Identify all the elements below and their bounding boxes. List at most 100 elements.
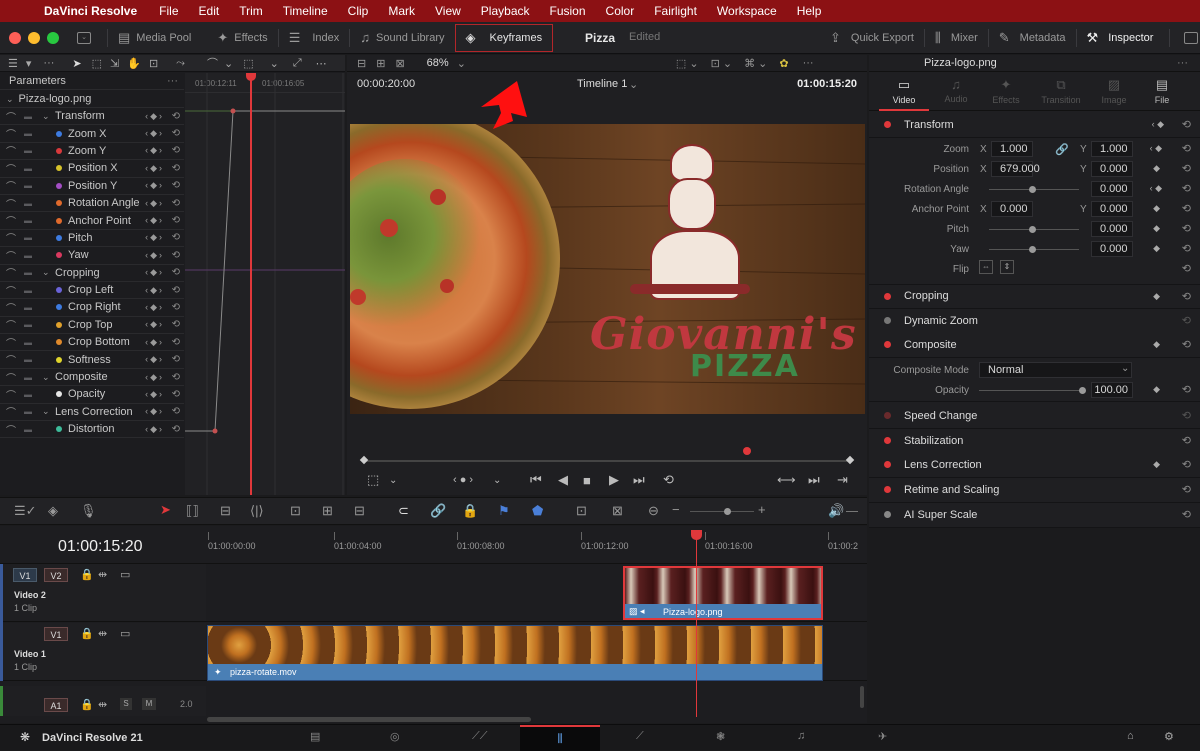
jog-left-icon[interactable]: ‹ ● › [453,474,473,486]
speed-change-reset-icon[interactable]: ⟲ [1182,409,1191,422]
app-menu[interactable]: DaVinci Resolve [44,4,137,18]
track-a1-sync-icon[interactable]: ⇹ [98,698,107,711]
track-v1-sync-icon[interactable]: ⇹ [98,627,107,640]
yaw-keyframe-icon[interactable]: ◆ [1153,243,1160,254]
param-lock-icon[interactable]: ▬ [24,268,32,277]
zoom-y-field[interactable]: 1.000 [1091,141,1133,157]
keyframe-nav-icon[interactable]: ‹◆› [145,145,164,156]
param-reset-icon[interactable]: ⟲ [172,319,180,330]
page-active-edit-icon[interactable]: ⫼ [520,725,600,751]
keyframe-nav-icon[interactable]: ‹◆› [145,319,164,330]
page-edit-icon[interactable]: ⟋⟋ [472,730,487,743]
position-reset-icon[interactable]: ⟲ [1182,162,1191,175]
reverse-play-button[interactable]: ◀ [558,472,568,488]
composite-keyframe-icon[interactable]: ◆ [1153,339,1160,350]
page-cut-icon[interactable]: ◎ [390,730,400,743]
sound-library-button[interactable]: ♫ Sound Library [350,22,454,54]
timeline-playhead-handle[interactable] [691,530,702,540]
keyframe-nav-icon[interactable]: ‹◆› [145,163,164,174]
timeline-ruler[interactable]: 01:00:00:00 01:00:04:00 01:00:08:00 01:00:1… [206,526,867,564]
pointer-tool-icon[interactable]: ➤ [72,57,81,70]
param-reset-icon[interactable]: ⟲ [172,145,180,156]
keyframe-graph[interactable]: 01:00:12:11 01:00:16:05 [185,73,345,495]
inspector-button[interactable]: ⚒ Inspector [1077,22,1164,54]
viewer-crop-dropdown-icon[interactable]: ⌄ [389,475,397,486]
parameter-row[interactable]: ⌒ ▬ Crop Top ‹◆› ⟲ [0,317,184,335]
param-lock-icon[interactable]: ▬ [24,181,32,190]
parameter-row[interactable]: ⌒ ▬ Pitch ‹◆› ⟲ [0,230,184,248]
scrubber-out-marker[interactable] [845,455,855,465]
settings-gear-icon[interactable]: ⚙ [1164,730,1174,743]
keyframe-nav-icon[interactable]: ‹◆› [145,198,164,209]
opacity-field[interactable]: 100.00 [1091,382,1133,398]
parameters-menu-icon[interactable]: ··· [167,75,178,87]
layout-toggle-icon[interactable] [1184,32,1199,44]
param-reset-icon[interactable]: ⟲ [172,372,180,383]
viewer-display-icon[interactable]: ⊡ ⌄ [711,57,733,70]
cropping-section-header[interactable]: Cropping ◆ ⟲ [869,284,1200,309]
rotation-slider-knob[interactable] [1029,186,1036,193]
tab-effects[interactable]: ✦ Effects [981,73,1031,105]
menu-mark[interactable]: Mark [388,4,415,18]
mic-icon[interactable]: 🎙 [80,503,97,519]
cropping-keyframe-icon[interactable]: ◆ [1153,291,1160,302]
go-to-end-button[interactable]: ⏭ [633,472,645,488]
parameter-row[interactable]: ⌒ ▬ Position X ‹◆› ⟲ [0,160,184,178]
keyframe-nav-icon[interactable]: ‹◆› [145,285,164,296]
minimize-window-button[interactable] [28,31,40,44]
timeline-clip-pizza-rotate[interactable]: ✦ pizza-rotate.mov [207,625,823,681]
retime-reset-icon[interactable]: ⟲ [1182,483,1191,496]
position-keyframe-icon[interactable]: ◆ [1153,163,1160,174]
track-v2-enable-icon[interactable]: ▭ [120,568,130,581]
opacity-slider-knob[interactable] [1079,387,1086,394]
parameter-row[interactable]: ⌒ ▬ Rotation Angle ‹◆› ⟲ [0,195,184,213]
rotation-reset-icon[interactable]: ⟲ [1182,182,1191,195]
expand-chevron-icon[interactable]: ⌄ [6,94,14,105]
menu-playback[interactable]: Playback [481,4,530,18]
cropping-enabled-dot[interactable] [884,292,891,300]
param-lock-icon[interactable]: ▬ [24,320,32,329]
rotation-keyframe-icon[interactable]: ‹ ◆ [1150,183,1162,194]
group-chevron-icon[interactable]: ⌄ [42,267,50,278]
graph-options-icon[interactable]: ⋯ [316,57,327,70]
stabilization-section-header[interactable]: Stabilization ⟲ [869,429,1200,454]
track-v2-lock-icon[interactable]: 🔒 [80,568,94,581]
volume-slider[interactable] [846,511,858,512]
position-lock-icon[interactable]: 🔒 [462,503,478,519]
close-window-button[interactable] [9,31,21,44]
parameter-row[interactable]: ⌒ ▬ ⌄ Transform ‹◆› ⟲ [0,108,184,126]
speed-change-enabled-dot[interactable] [884,412,891,420]
home-icon[interactable]: ⌂ [1127,730,1134,742]
viewer-layout-icon-3[interactable]: ⊠ [395,57,404,70]
opacity-slider[interactable] [979,390,1083,391]
anchor-keyframe-icon[interactable]: ◆ [1153,203,1160,214]
page-color-icon[interactable]: ❃ [716,730,725,743]
page-fairlight-icon[interactable]: ♫ [797,730,805,742]
param-reset-icon[interactable]: ⟲ [172,267,180,278]
menu-trim[interactable]: Trim [239,4,263,18]
composite-reset-icon[interactable]: ⟲ [1182,338,1191,351]
curve-toggle-icon[interactable]: ⌒ [6,404,16,419]
param-lock-icon[interactable]: ▬ [24,233,32,242]
param-reset-icon[interactable]: ⟲ [172,128,180,139]
zoom-dropdown-icon[interactable]: ⌄ [457,57,466,70]
position-y-field[interactable]: 0.000 [1091,161,1133,177]
param-lock-icon[interactable]: ▬ [24,425,32,434]
dynamic-zoom-reset-icon[interactable]: ⟲ [1182,314,1191,327]
speed-change-section-header[interactable]: Speed Change ⟲ [869,404,1200,429]
keyframe-nav-icon[interactable]: ‹◆› [145,111,164,122]
keyframe-nav-icon[interactable]: ‹◆› [145,250,164,261]
viewer-layout-icon-1[interactable]: ⊟ [357,57,366,70]
retime-section-header[interactable]: Retime and Scaling ⟲ [869,478,1200,503]
media-pool-button[interactable]: ▤ Media Pool [108,22,201,54]
tab-image[interactable]: ▨ Image [1089,73,1139,105]
tab-audio[interactable]: ♫ Audio [931,73,981,104]
keyframe-nav-icon[interactable]: ‹◆› [145,389,164,400]
ease-dropdown-icon[interactable]: ⌄ [224,57,233,70]
timeline-horizontal-scrollbar[interactable] [207,717,531,722]
stabilization-enabled-dot[interactable] [884,437,891,445]
timeline-clip-pizza-logo[interactable]: ▨ ◂ Pizza-logo.png [623,566,823,620]
curve-toggle-icon[interactable]: ⌒ [6,422,16,437]
parameter-row[interactable]: ⌒ ▬ ⌄ Cropping ‹◆› ⟲ [0,265,184,282]
menu-clip[interactable]: Clip [348,4,369,18]
